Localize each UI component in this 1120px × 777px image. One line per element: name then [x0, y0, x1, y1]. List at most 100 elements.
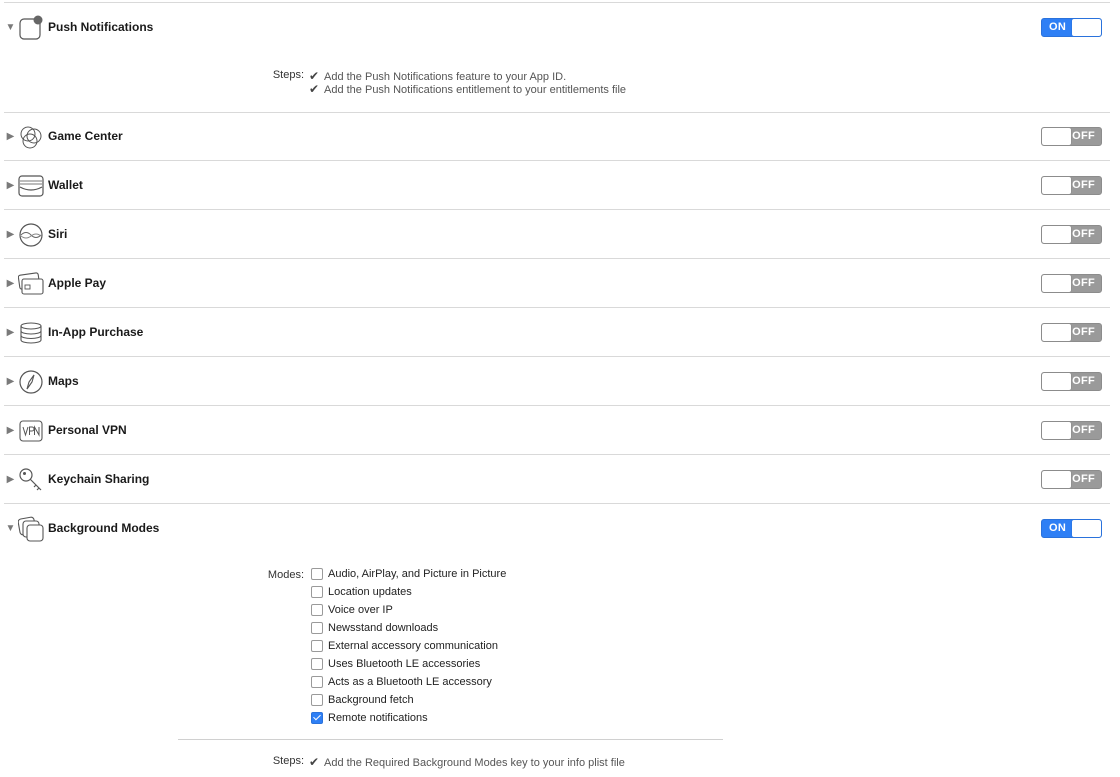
mode-label: Acts as a Bluetooth LE accessory — [328, 676, 492, 688]
step-text: Add the Required Background Modes key to… — [324, 757, 625, 769]
capability-title: Apple Pay — [48, 276, 107, 290]
mode-label: Background fetch — [328, 694, 414, 706]
row-divider — [4, 503, 1110, 504]
disclosure-triangle-background-modes[interactable]: ▼ — [5, 523, 16, 534]
game-center-icon — [18, 124, 44, 150]
checkmark-icon: ✔ — [309, 69, 320, 83]
toggle-state-label: OFF — [1072, 375, 1095, 387]
toggle-knob — [1042, 177, 1071, 194]
capability-title: Push Notifications — [48, 20, 154, 34]
apple-pay-toggle[interactable]: OFF — [1041, 274, 1102, 293]
push-step-2: ✔ Add the Push Notifications entitlement … — [309, 82, 626, 96]
mode-label: Voice over IP — [328, 604, 393, 616]
disclosure-triangle-siri[interactable]: ▶ — [5, 229, 16, 240]
disclosure-triangle-wallet[interactable]: ▶ — [5, 180, 16, 191]
maps-toggle[interactable]: OFF — [1041, 372, 1102, 391]
capability-row-personal-vpn: ▶ Personal VPN OFF — [0, 407, 1120, 455]
siri-toggle[interactable]: OFF — [1041, 225, 1102, 244]
wallet-toggle[interactable]: OFF — [1041, 176, 1102, 195]
capability-row-maps: ▶ Maps OFF — [0, 358, 1120, 406]
push-notifications-toggle[interactable]: ON — [1041, 18, 1102, 37]
mode-checkbox[interactable] — [311, 694, 323, 706]
top-divider — [4, 2, 1110, 3]
capability-title: Maps — [48, 374, 79, 388]
mode-checkbox-checked[interactable] — [311, 712, 323, 724]
in-app-purchase-icon — [18, 320, 44, 346]
toggle-knob — [1072, 520, 1101, 537]
capability-row-siri: ▶ Siri OFF — [0, 211, 1120, 259]
toggle-knob — [1042, 324, 1071, 341]
capability-title: Background Modes — [48, 521, 160, 535]
row-divider — [4, 209, 1110, 210]
mode-label: Audio, AirPlay, and Picture in Picture — [328, 568, 507, 580]
row-divider — [4, 307, 1110, 308]
apple-pay-icon — [18, 271, 44, 297]
capability-row-apple-pay: ▶ Apple Pay OFF — [0, 260, 1120, 308]
vpn-icon — [18, 418, 44, 444]
background-modes-toggle[interactable]: ON — [1041, 519, 1102, 538]
toggle-knob — [1042, 422, 1071, 439]
disclosure-triangle-apple-pay[interactable]: ▶ — [5, 278, 16, 289]
disclosure-triangle-push-notifications[interactable]: ▼ — [5, 22, 16, 33]
toggle-knob — [1042, 275, 1071, 292]
mode-checkbox[interactable] — [311, 604, 323, 616]
disclosure-triangle-in-app-purchase[interactable]: ▶ — [5, 327, 16, 338]
keychain-sharing-toggle[interactable]: OFF — [1041, 470, 1102, 489]
disclosure-triangle-game-center[interactable]: ▶ — [5, 131, 16, 142]
mode-checkbox[interactable] — [311, 586, 323, 598]
maps-icon — [18, 369, 44, 395]
mode-label: Newsstand downloads — [328, 622, 439, 634]
steps-label: Steps: — [272, 755, 304, 767]
checkmark-icon: ✔ — [309, 82, 320, 96]
modes-label: Modes: — [267, 569, 304, 581]
mode-checkbox[interactable] — [311, 568, 323, 580]
capability-title: Keychain Sharing — [48, 472, 150, 486]
background-modes-icon — [18, 516, 44, 542]
row-divider — [4, 454, 1110, 455]
mode-checkbox[interactable] — [311, 658, 323, 670]
toggle-state-label: ON — [1049, 21, 1067, 33]
toggle-state-label: OFF — [1072, 473, 1095, 485]
row-divider — [4, 160, 1110, 161]
mode-checkbox[interactable] — [311, 676, 323, 688]
mode-label: Remote notifications — [328, 712, 428, 724]
capability-row-background-modes: ▼ Background Modes ON — [0, 505, 1120, 553]
disclosure-triangle-maps[interactable]: ▶ — [5, 376, 16, 387]
capability-title: Game Center — [48, 129, 123, 143]
toggle-state-label: ON — [1049, 522, 1067, 534]
toggle-knob — [1042, 471, 1071, 488]
row-divider — [4, 405, 1110, 406]
push-step-1: ✔ Add the Push Notifications feature to y… — [309, 69, 566, 83]
mode-label: Uses Bluetooth LE accessories — [328, 658, 481, 670]
mode-checkbox[interactable] — [311, 640, 323, 652]
toggle-knob — [1042, 373, 1071, 390]
row-divider — [4, 258, 1110, 259]
game-center-toggle[interactable]: OFF — [1041, 127, 1102, 146]
capability-row-keychain-sharing: ▶ Keychain Sharing OFF — [0, 456, 1120, 504]
steps-separator — [178, 739, 723, 740]
toggle-state-label: OFF — [1072, 424, 1095, 436]
mode-label: Location updates — [328, 586, 412, 598]
disclosure-triangle-personal-vpn[interactable]: ▶ — [5, 425, 16, 436]
capability-row-push-notifications: ▼ Push Notifications ON — [0, 4, 1120, 52]
capability-row-wallet: ▶ Wallet OFF — [0, 162, 1120, 210]
personal-vpn-toggle[interactable]: OFF — [1041, 421, 1102, 440]
capability-row-game-center: ▶ Game Center OFF — [0, 113, 1120, 161]
mode-label: External accessory communication — [328, 640, 498, 652]
toggle-knob — [1072, 19, 1101, 36]
checkmark-icon: ✔ — [309, 755, 320, 769]
mode-checkbox[interactable] — [311, 622, 323, 634]
disclosure-triangle-keychain-sharing[interactable]: ▶ — [5, 474, 16, 485]
capability-title: Personal VPN — [48, 423, 127, 437]
capability-title: Wallet — [48, 178, 83, 192]
toggle-state-label: OFF — [1072, 130, 1095, 142]
toggle-state-label: OFF — [1072, 179, 1095, 191]
step-text: Add the Push Notifications entitlement t… — [324, 84, 627, 96]
row-divider — [4, 356, 1110, 357]
capability-title: Siri — [48, 227, 68, 241]
keychain-icon — [18, 467, 44, 493]
in-app-purchase-toggle[interactable]: OFF — [1041, 323, 1102, 342]
siri-icon — [18, 222, 44, 248]
capability-row-in-app-purchase: ▶ In-App Purchase OFF — [0, 309, 1120, 357]
toggle-state-label: OFF — [1072, 326, 1095, 338]
